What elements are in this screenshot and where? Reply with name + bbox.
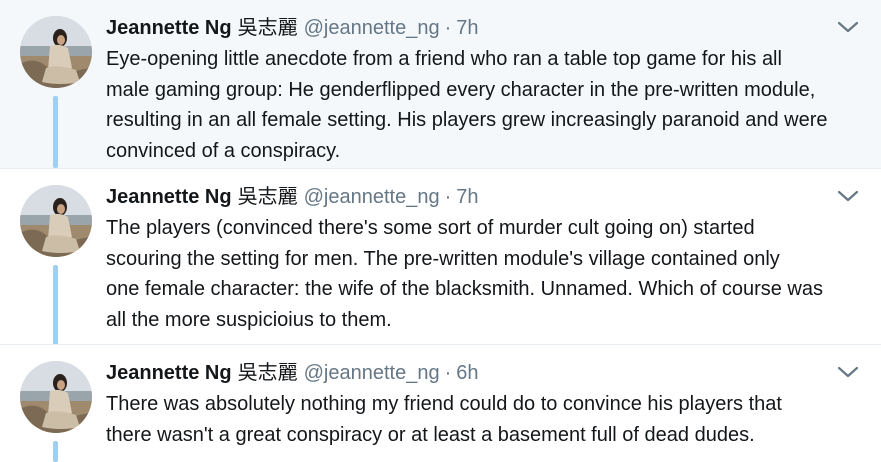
tweet-text-line: there wasn't a great conspiracy or at le… bbox=[106, 423, 755, 446]
tweet-text-line: male gaming group: He genderflipped ever… bbox=[106, 78, 816, 101]
tweet-thread: Jeannette Ng 吳志麗 @jeannette_ng · 7h Eye-open… bbox=[0, 0, 881, 462]
tweet-text-line: one female character: the wife of the bl… bbox=[106, 278, 824, 300]
tweet-header: Jeannette Ng 吳志麗 @jeannette_ng · 7h bbox=[106, 14, 478, 41]
author-name-cjk[interactable]: 吳志麗 bbox=[238, 360, 298, 384]
tweet-text: The players (convinced there's some sort… bbox=[106, 213, 866, 335]
timestamp[interactable]: 7h bbox=[456, 17, 478, 39]
chevron-down-icon[interactable] bbox=[837, 20, 859, 34]
tweet[interactable]: Jeannette Ng 吳志麗 @jeannette_ng · 7h The play… bbox=[0, 168, 881, 345]
author-name[interactable]: Jeannette Ng bbox=[106, 17, 232, 39]
tweet[interactable]: Jeannette Ng 吳志麗 @jeannette_ng · 6h There wa… bbox=[0, 344, 881, 462]
tweet-text-line: There was absolutely nothing my friend c… bbox=[106, 393, 782, 415]
tweet-header: Jeannette Ng 吳志麗 @jeannette_ng · 7h bbox=[106, 183, 478, 210]
separator-dot: · bbox=[444, 186, 452, 208]
tweet-text-line: scouring the setting for men. The pre-wr… bbox=[106, 247, 780, 270]
author-handle[interactable]: @jeannette_ng bbox=[304, 186, 440, 208]
avatar-photo bbox=[20, 16, 92, 88]
tweet-text-line: Eye-opening little anecdote from a frien… bbox=[106, 48, 782, 70]
tweet-header: Jeannette Ng 吳志麗 @jeannette_ng · 6h bbox=[106, 359, 478, 386]
thread-connector-line bbox=[53, 96, 58, 168]
thread-connector-line bbox=[53, 265, 58, 345]
tweet-text-line: convinced of a conspiracy. bbox=[106, 139, 341, 162]
tweet[interactable]: Jeannette Ng 吳志麗 @jeannette_ng · 7h Eye-open… bbox=[0, 0, 881, 168]
avatar[interactable] bbox=[20, 16, 92, 88]
tweet-text-line: all the more suspicioius to them. bbox=[106, 308, 392, 331]
author-name[interactable]: Jeannette Ng bbox=[106, 186, 232, 208]
separator-dot: · bbox=[444, 362, 452, 384]
avatar-photo bbox=[20, 185, 92, 257]
separator-dot: · bbox=[444, 17, 452, 39]
avatar[interactable] bbox=[20, 361, 92, 433]
tweet-text: There was absolutely nothing my friend c… bbox=[106, 389, 866, 450]
chevron-down-icon[interactable] bbox=[837, 189, 859, 203]
timestamp[interactable]: 6h bbox=[456, 362, 478, 384]
chevron-down-icon[interactable] bbox=[837, 365, 859, 379]
tweet-text: Eye-opening little anecdote from a frien… bbox=[106, 44, 866, 166]
author-name-cjk[interactable]: 吳志麗 bbox=[238, 184, 298, 208]
avatar[interactable] bbox=[20, 185, 92, 257]
author-handle[interactable]: @jeannette_ng bbox=[304, 17, 440, 39]
timestamp[interactable]: 7h bbox=[456, 186, 478, 208]
author-handle[interactable]: @jeannette_ng bbox=[304, 362, 440, 384]
thread-connector-line bbox=[53, 441, 58, 462]
author-name[interactable]: Jeannette Ng bbox=[106, 362, 232, 384]
avatar-photo bbox=[20, 361, 92, 433]
tweet-text-line: The players (convinced there's some sort… bbox=[106, 217, 755, 239]
author-name-cjk[interactable]: 吳志麗 bbox=[238, 15, 298, 39]
tweet-text-line: resulting in an all female setting. His … bbox=[106, 109, 828, 131]
